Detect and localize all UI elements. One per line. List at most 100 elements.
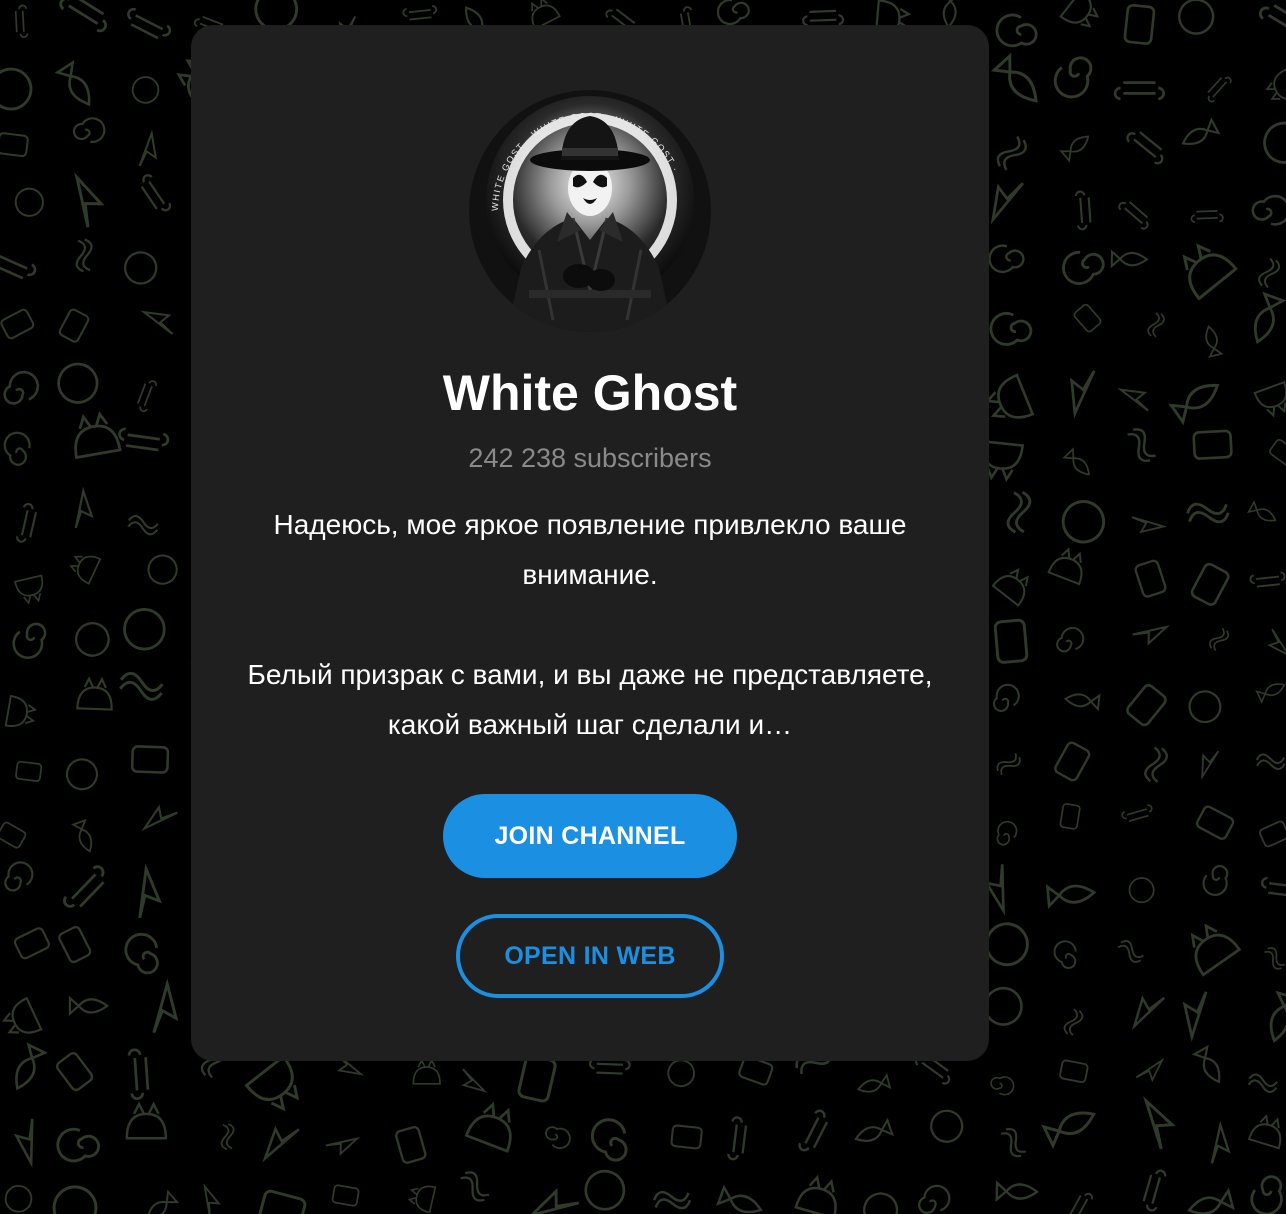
doodle-shape: [670, 1124, 703, 1150]
doodle-shape: [15, 1042, 48, 1091]
doodle-shape: [3, 370, 40, 405]
doodle-shape: [1068, 1192, 1093, 1214]
doodle-shape: [1260, 876, 1286, 898]
doodle-shape: [794, 1174, 837, 1214]
doodle-shape: [988, 244, 1025, 274]
doodle-shape: [402, 5, 438, 21]
doodle-shape: [1056, 626, 1085, 653]
doodle-shape: [1126, 684, 1167, 727]
doodle-shape: [1132, 625, 1171, 646]
doodle-shape: [1190, 210, 1224, 224]
doodle-shape: [152, 978, 179, 1034]
doodle-shape: [1253, 291, 1286, 344]
doodle-shape: [802, 9, 845, 27]
doodle-shape: [1053, 56, 1093, 99]
doodle-shape: [1128, 877, 1155, 904]
doodle-shape: [0, 821, 27, 849]
description-paragraph-2: Белый призрак с вами, и вы даже не предс…: [247, 659, 933, 740]
doodle-shape: [990, 1076, 1015, 1096]
doodle-shape: [74, 172, 105, 228]
doodle-shape: [146, 1189, 180, 1214]
join-channel-button[interactable]: JOIN CHANNEL: [443, 794, 737, 878]
doodle-shape: [1264, 947, 1286, 970]
doodle-shape: [147, 554, 178, 585]
doodle-shape: [127, 1048, 150, 1100]
doodle-shape: [244, 1054, 300, 1112]
doodle-shape: [990, 52, 1038, 103]
doodle-shape: [942, 0, 961, 29]
doodle-shape: [996, 753, 1021, 775]
doodle-shape: [1142, 1095, 1176, 1150]
doodle-shape: [1265, 68, 1286, 100]
doodle-shape: [1070, 370, 1096, 419]
doodle-shape: [127, 7, 172, 40]
doodle-shape: [1045, 884, 1097, 909]
doodle-shape: [76, 676, 113, 711]
doodle-shape: [1253, 380, 1286, 418]
doodle-shape: [0, 132, 29, 158]
channel-avatar: WHITE GOST · WHITE GOST · WHITE GOST ·: [469, 90, 711, 332]
doodle-shape: [14, 187, 44, 217]
doodle-shape: [65, 758, 99, 791]
doodle-shape: [1117, 940, 1144, 963]
doodle-shape: [13, 1118, 34, 1168]
doodle-shape: [461, 1068, 488, 1093]
open-in-web-button[interactable]: OPEN IN WEB: [456, 914, 724, 998]
doodle-shape: [716, 0, 750, 26]
doodle-shape: [1247, 1113, 1282, 1150]
doodle-shape: [138, 863, 163, 919]
channel-description: Надеюсь, мое яркое появление привлекло в…: [221, 500, 959, 750]
doodle-shape: [58, 926, 92, 964]
doodle-shape: [1054, 741, 1091, 782]
doodle-shape: [125, 1101, 168, 1140]
doodle-shape: [1147, 312, 1165, 338]
doodle-shape: [1135, 1057, 1165, 1083]
doodle-shape: [72, 117, 106, 143]
doodle-shape: [140, 174, 172, 212]
doodle-shape: [203, 1183, 221, 1214]
doodle-shape: [1187, 1187, 1235, 1214]
doodle-shape: [1000, 1127, 1027, 1158]
doodle-shape: [989, 311, 1033, 346]
doodle-shape: [918, 1184, 951, 1214]
doodle-shape: [1062, 250, 1105, 285]
doodle-shape: [1074, 190, 1092, 231]
doodle-shape: [517, 1054, 557, 1103]
doodle-shape: [74, 486, 94, 529]
doodle-shape: [119, 671, 164, 701]
doodle-shape: [1188, 690, 1222, 724]
doodle-shape: [1113, 81, 1165, 101]
doodle-shape: [1205, 325, 1224, 358]
doodle-shape: [141, 804, 178, 832]
doodle-shape: [1190, 923, 1242, 977]
doodle-shape: [1259, 820, 1286, 848]
doodle-shape: [1210, 1120, 1231, 1164]
doodle-shape: [13, 574, 44, 605]
doodle-shape: [71, 818, 93, 853]
doodle-shape: [1053, 940, 1077, 969]
doodle-shape: [136, 380, 158, 413]
doodle-shape: [1121, 804, 1153, 822]
doodle-shape: [1249, 571, 1286, 588]
doodle-shape: [52, 1185, 98, 1214]
doodle-shape: [1059, 803, 1081, 830]
doodle-shape: [984, 373, 1035, 419]
doodle-shape: [1181, 117, 1221, 145]
doodle-shape: [407, 1185, 437, 1214]
subscriber-count: 242 238 subscribers: [468, 443, 712, 473]
doodle-shape: [1190, 562, 1230, 606]
doodle-shape: [1202, 865, 1229, 896]
doodle-shape: [990, 182, 1024, 225]
doodle-shape: [1059, 135, 1090, 163]
doodle-shape: [262, 1125, 300, 1163]
doodle-shape: [1127, 428, 1156, 463]
description-paragraph-1: Надеюсь, мое яркое появление привлекло в…: [273, 509, 907, 590]
doodle-shape: [854, 1117, 894, 1142]
doodle-shape: [0, 67, 33, 111]
doodle-shape: [1178, 0, 1215, 35]
doodle-shape: [69, 555, 102, 585]
doodle-shape: [75, 238, 93, 273]
doodle-shape: [412, 1058, 441, 1085]
doodle-shape: [1134, 559, 1167, 598]
doodle-shape: [526, 1187, 580, 1214]
